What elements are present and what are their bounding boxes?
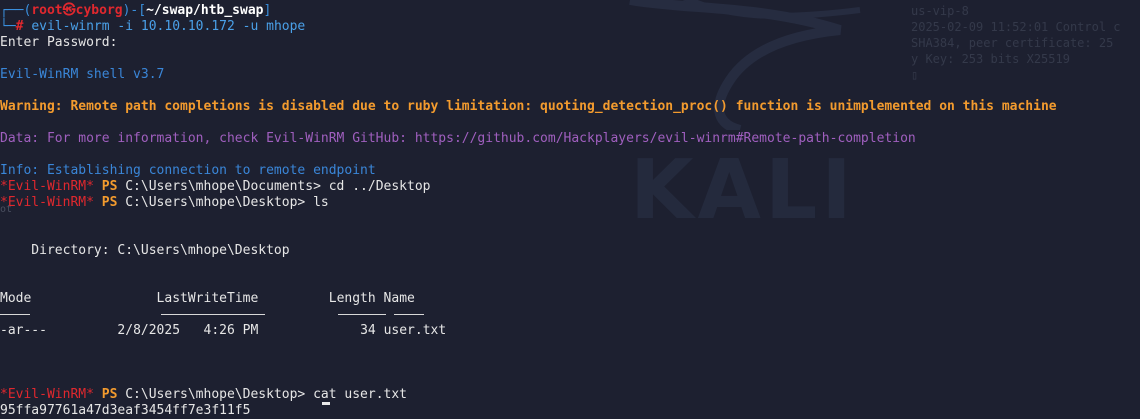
password-prompt: Enter Password: <box>0 35 118 50</box>
ps-cwd: C:\Users\mhope\Desktop> <box>125 195 306 210</box>
listing-underline-row <box>0 307 1140 323</box>
command-name: evil-winrm <box>31 19 110 34</box>
ps-command-line: *Evil-WinRM* PS C:\Users\mhope\Documents… <box>0 179 1140 195</box>
warning-message: Warning: Remote path completions is disa… <box>0 99 1057 114</box>
header-lastwritetime: LastWriteTime <box>156 291 259 306</box>
prompt-bracket-close: ] <box>263 3 272 18</box>
listing-header-row: Mode LastWriteTime Length Name <box>0 291 1140 307</box>
table-row: -ar--- 2/8/2025 4:26 PM 34 user.txt <box>0 323 1140 339</box>
ps-command-line: *Evil-WinRM* PS C:\Users\mhope\Desktop> … <box>0 195 1140 211</box>
ps-command: cat user.txt <box>305 387 407 402</box>
header-mode: Mode <box>0 291 32 306</box>
prompt-path: ~/swap/htb_swap <box>146 3 264 18</box>
command-args: -i 10.10.10.172 -u mhope <box>109 19 306 34</box>
underline <box>394 314 424 315</box>
underline <box>338 314 386 315</box>
directory-line: Directory: C:\Users\mhope\Desktop <box>0 243 290 258</box>
ps-label: PS <box>101 195 118 210</box>
winrm-tag: *Evil-WinRM* <box>0 195 94 210</box>
ps-command-line: *Evil-WinRM* PS C:\Users\mhope\Desktop> … <box>0 387 1140 403</box>
winrm-tag: *Evil-WinRM* <box>0 387 94 402</box>
header-length: Length <box>328 291 376 306</box>
winrm-tag: *Evil-WinRM* <box>0 179 94 194</box>
underline <box>0 314 30 315</box>
shell-version: Evil-WinRM shell v3.7 <box>0 67 165 82</box>
header-name: Name <box>383 291 415 306</box>
skull-icon: ㉿ <box>62 3 76 18</box>
shell-command-line: └─# evil-winrm -i 10.10.10.172 -u mhope <box>0 19 1140 35</box>
ps-label: PS <box>101 387 118 402</box>
row-name: user.txt <box>383 323 447 338</box>
ps-command: cd ../Desktop <box>320 179 431 194</box>
ps-cwd: C:\Users\mhope\Documents> <box>125 179 321 194</box>
shell-prompt-header: ┌──(root㉿cyborg)-[~/swap/htb_swap] <box>0 3 1140 19</box>
row-length: 34 <box>360 323 376 338</box>
flag-output: 95ffa97761a47d3eaf3454ff7e3f11f5 <box>0 403 251 418</box>
row-date: 2/8/2025 <box>117 323 181 338</box>
prompt-host: cyborg <box>75 3 123 18</box>
terminal-output[interactable]: ┌──(root㉿cyborg)-[~/swap/htb_swap] └─# e… <box>0 3 1140 419</box>
prompt-corner-bottom: └─ <box>0 19 16 34</box>
ps-label: PS <box>101 179 118 194</box>
text-cursor <box>322 402 330 405</box>
prompt-separator: )-[ <box>122 3 147 18</box>
row-time: 4:26 PM <box>203 323 259 338</box>
prompt-corner-top: ┌──( <box>0 3 32 18</box>
ps-command: ls <box>305 195 329 210</box>
info-message: Info: Establishing connection to remote … <box>0 163 376 178</box>
prompt-user: root <box>31 3 63 18</box>
ps-cwd: C:\Users\mhope\Desktop> <box>125 387 306 402</box>
row-mode: -ar--- <box>0 323 47 338</box>
underline <box>161 314 265 315</box>
data-message: Data: For more information, check Evil-W… <box>0 131 916 146</box>
